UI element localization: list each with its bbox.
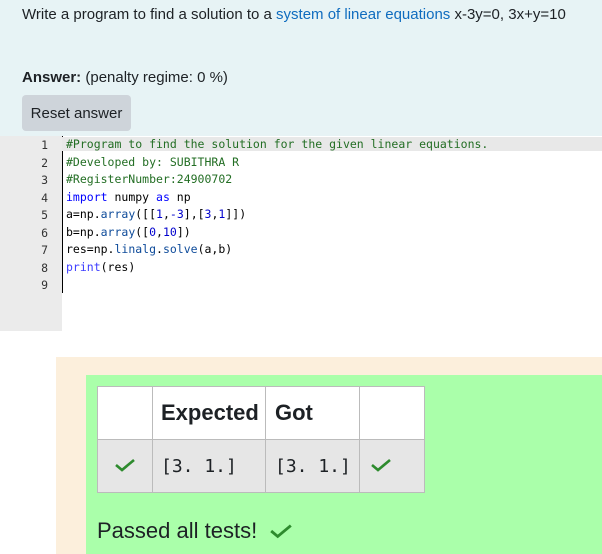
test-results-table: Expected Got [3. 1.] [3. 1.]	[97, 386, 425, 493]
code-line-7: res=np.linalg.solve(a,b)	[66, 242, 233, 256]
question-prefix: Write a program to find a solution to a	[22, 6, 277, 23]
line-number-gutter: 1 2 3 4 5 6 7 8 9	[0, 136, 62, 331]
reset-answer-button[interactable]: Reset answer	[22, 95, 131, 131]
header-expected: Expected	[152, 386, 266, 440]
row-pass-cell	[97, 439, 153, 493]
check-icon	[270, 524, 292, 539]
check-icon	[115, 458, 135, 472]
line-number: 3	[41, 173, 48, 187]
code-line-3: #RegisterNumber:24900702	[66, 172, 233, 186]
header-status-cell	[97, 386, 153, 440]
line-number: 8	[41, 260, 48, 275]
line-number: 2	[41, 155, 48, 170]
line-number: 7	[41, 243, 48, 257]
got-value: [3. 1.]	[265, 439, 360, 493]
code-editor[interactable]: 1 2 3 4 5 6 7 8 9 #Program to find the s…	[0, 136, 602, 331]
table-header-row: Expected Got	[97, 386, 425, 440]
header-got: Got	[265, 386, 360, 440]
question-suffix: x-3y=0, 3x+y=10	[450, 6, 566, 23]
line-number: 4	[41, 190, 48, 205]
code-line-5: a=np.array([[1,-3],[3,1]])	[66, 207, 247, 221]
table-row: [3. 1.] [3. 1.]	[97, 439, 425, 493]
code-line-1: #Program to find the solution for the gi…	[62, 137, 602, 151]
check-icon	[371, 458, 391, 472]
penalty-regime: (penalty regime: 0 %)	[85, 69, 228, 86]
editor-cursor	[62, 136, 63, 293]
row-result-cell	[359, 439, 425, 493]
line-number: 5	[41, 208, 48, 222]
passed-all-tests: Passed all tests!	[97, 518, 293, 544]
line-number: 9	[41, 278, 48, 292]
code-line-8: print(res)	[66, 259, 136, 274]
question-panel: Write a program to find a solution to a …	[0, 0, 602, 331]
answer-label: Answer: (penalty regime: 0 %)	[22, 69, 228, 86]
linear-equations-link[interactable]: system of linear equations	[276, 6, 450, 23]
passed-status-text: Passed all tests!	[97, 518, 258, 543]
question-text: Write a program to find a solution to a …	[22, 6, 566, 24]
header-status-cell-2	[359, 386, 425, 440]
line-number: 6	[41, 225, 48, 240]
code-line-4: import numpy as np	[66, 189, 191, 204]
expected-value: [3. 1.]	[152, 439, 266, 493]
answer-heading: Answer:	[22, 69, 82, 86]
line-number: 1	[41, 138, 48, 152]
code-line-2: #Developed by: SUBITHRA R	[66, 154, 240, 169]
code-line-6: b=np.array([0,10])	[66, 224, 191, 239]
